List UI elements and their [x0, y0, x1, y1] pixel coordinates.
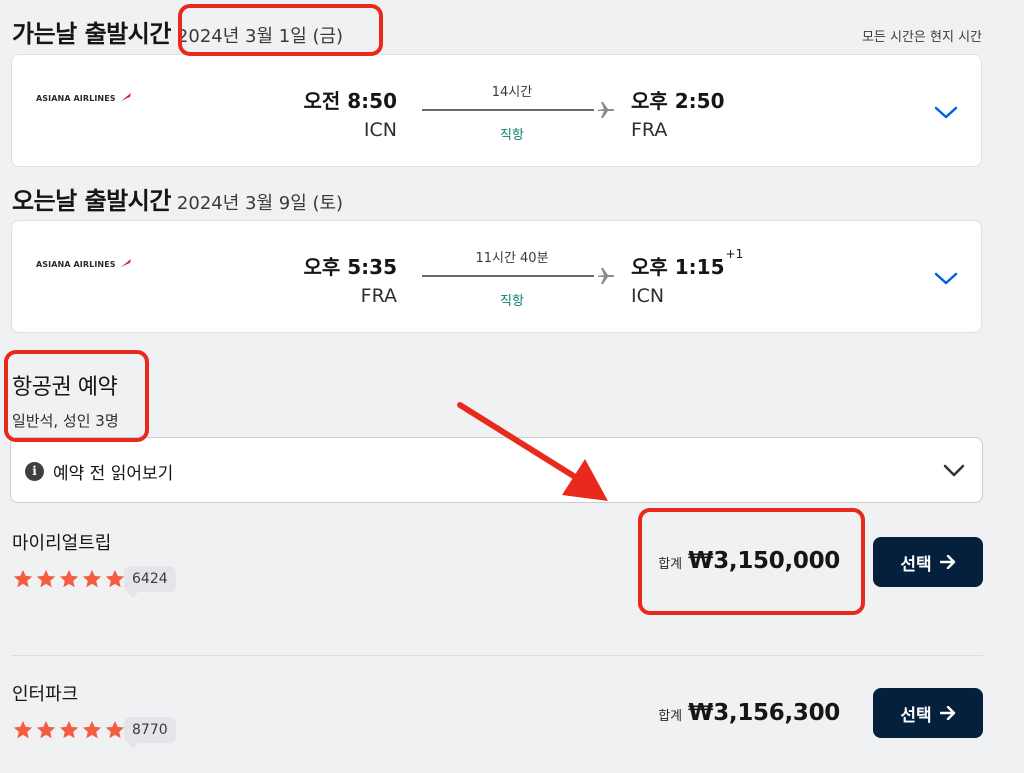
select-button[interactable]: 선택 — [873, 537, 983, 587]
annotation-highlight-booking — [4, 350, 149, 442]
star-icon — [59, 569, 79, 588]
provider-divider — [11, 655, 983, 656]
day-offset: +1 — [725, 247, 744, 261]
flight-stops: 직항 — [500, 294, 524, 309]
arrival-time: 오후 1:15 — [631, 255, 725, 279]
flight-duration: 14시간 — [491, 85, 533, 100]
rating-stars — [12, 568, 126, 590]
departure-airport: ICN — [363, 119, 397, 141]
outbound-flight-card[interactable]: ASIANA AIRLINES 오전 8:50 ICN 14시간 직항 오후 2… — [11, 54, 982, 167]
star-icon — [36, 720, 56, 739]
asiana-logo-icon — [119, 259, 131, 268]
route-line — [422, 275, 594, 277]
departure-time: 오후 5:35 — [303, 255, 397, 279]
price-value: ₩3,156,300 — [688, 700, 840, 726]
airline-logo: ASIANA AIRLINES — [36, 259, 132, 269]
select-button[interactable]: 선택 — [873, 688, 983, 738]
star-icon — [13, 569, 33, 588]
select-button-label: 선택 — [900, 554, 932, 574]
notice-label: 예약 전 읽어보기 — [53, 464, 174, 484]
provider-name[interactable]: 마이리얼트립 — [12, 529, 111, 555]
flight-duration: 11시간 40분 — [475, 251, 549, 266]
airline-name: ASIANA AIRLINES — [36, 93, 116, 103]
inbound-title: 오는날 출발시간 — [12, 187, 171, 215]
airline-logo: ASIANA AIRLINES — [36, 93, 132, 103]
chevron-down-icon[interactable] — [933, 269, 959, 287]
star-icon — [13, 720, 33, 739]
star-icon — [36, 569, 56, 588]
annotation-highlight-price — [638, 508, 865, 615]
annotation-highlight-date — [178, 4, 383, 56]
provider-name[interactable]: 인터파크 — [12, 680, 78, 706]
arrow-right-icon — [939, 706, 955, 720]
annotation-arrow — [457, 402, 608, 501]
arrival-time-wrap: 오후 1:15+1 — [631, 247, 743, 280]
plane-icon — [598, 268, 615, 284]
departure-airport: FRA — [360, 285, 397, 307]
arrival-airport: ICN — [631, 285, 665, 307]
star-icon — [105, 569, 125, 588]
review-count-badge[interactable]: 6424 — [124, 566, 176, 598]
airline-name: ASIANA AIRLINES — [36, 259, 116, 269]
select-button-label: 선택 — [900, 705, 932, 725]
inbound-heading: 오는날 출발시간 2024년 3월 9일 (토) — [12, 181, 343, 216]
total-label: 합계 — [658, 709, 683, 724]
star-icon — [59, 720, 79, 739]
chevron-down-icon[interactable] — [933, 103, 959, 121]
star-icon — [82, 569, 102, 588]
star-icon — [105, 720, 125, 739]
departure-time: 오전 8:50 — [303, 89, 397, 113]
outbound-title: 가는날 출발시간 — [12, 20, 171, 48]
info-icon: i — [25, 462, 44, 481]
total-price: 합계 ₩3,156,300 — [658, 700, 840, 726]
review-count-badge[interactable]: 8770 — [124, 717, 176, 749]
rating-stars — [12, 719, 126, 741]
flight-stops: 직항 — [500, 128, 524, 143]
inbound-date: 2024년 3월 9일 (토) — [176, 193, 344, 214]
chevron-down-icon[interactable] — [942, 461, 966, 479]
asiana-logo-icon — [119, 93, 131, 102]
local-time-note: 모든 시간은 현지 시간 — [861, 30, 982, 45]
arrival-airport: FRA — [631, 119, 668, 141]
arrow-right-icon — [939, 555, 955, 569]
route-line — [422, 109, 594, 111]
star-icon — [82, 720, 102, 739]
plane-icon — [598, 102, 615, 118]
arrival-time: 오후 2:50 — [631, 89, 725, 113]
inbound-flight-card[interactable]: ASIANA AIRLINES 오후 5:35 FRA 11시간 40분 직항 … — [11, 220, 982, 333]
